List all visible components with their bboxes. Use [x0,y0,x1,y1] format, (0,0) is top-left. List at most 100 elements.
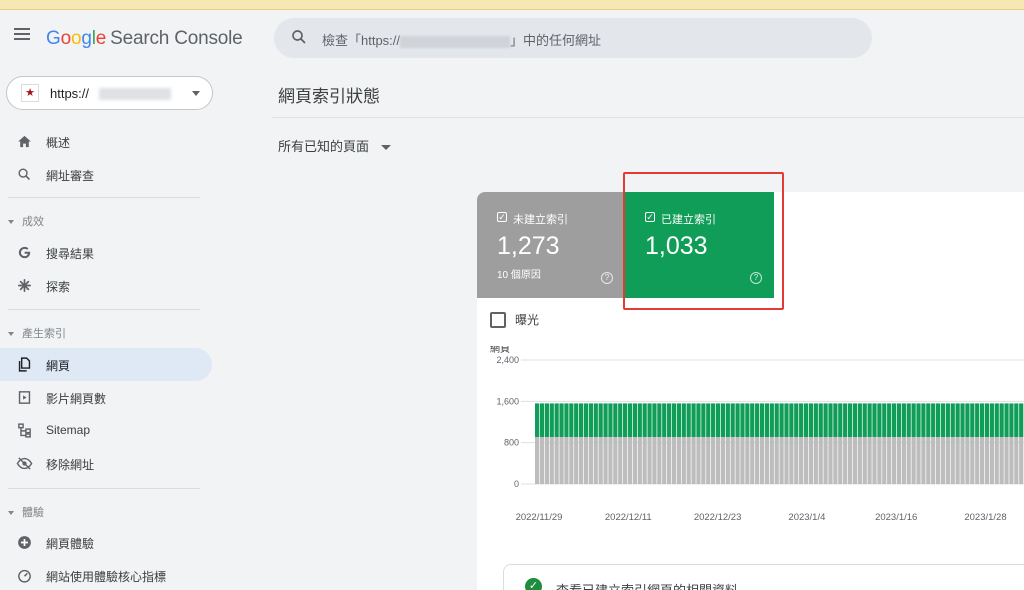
tile-subtext: 10 個原因 [497,270,541,281]
bar-indexed [613,403,618,437]
bar-not-indexed [945,436,950,484]
sidebar-item-label: 探索 [46,280,71,294]
bar-indexed [759,403,765,437]
bar-not-indexed [877,436,882,484]
logo-letter: o [70,28,82,49]
bar-indexed [1004,403,1009,437]
index-status-chart: 網頁 2,400 1,600 800 0 2022/11/29 2022/12/11 2022… [477,342,1024,546]
sidebar-item-url-inspection[interactable]: 網址審查 [0,158,212,191]
bar-indexed [887,403,892,437]
bar-not-indexed [779,436,784,484]
sidebar-item-pages[interactable]: 網頁 [0,348,212,381]
main-menu-icon[interactable] [14,28,30,40]
checkbox-unchecked-icon[interactable] [490,311,506,328]
bar-indexed [989,403,994,437]
x-tick-label: 2022/12/11 [605,512,652,523]
sidebar-item-core-web-vitals[interactable]: 網站使用體驗核心指標 [0,559,212,590]
bar-indexed [960,403,965,437]
bar-not-indexed [847,436,853,484]
bar-not-indexed [764,436,770,484]
bar-indexed [588,403,593,437]
bar-indexed [799,403,804,437]
property-selector[interactable]: ★ https:// [6,76,213,110]
bar-not-indexed [828,436,833,484]
bar-not-indexed [627,436,633,484]
sidebar-item-discover[interactable]: 探索 [0,269,212,302]
eye-off-icon [16,457,33,470]
sidebar-item-label: 網頁體驗 [46,537,95,551]
impressions-toggle[interactable]: 曝光 [490,311,539,329]
bar-not-indexed [642,436,647,484]
page-filter-dropdown[interactable]: 所有已知的頁面 [278,136,392,155]
sidebar-item-overview[interactable]: 概述 [0,125,212,158]
bar-not-indexed [608,436,613,484]
collapse-icon [8,511,14,516]
bar-indexed [627,403,633,437]
indexed-pages-link-card[interactable]: ✓ 查看已建立索引網頁的相關資料 [503,564,1024,590]
bar-not-indexed [818,436,823,484]
bar-indexed [867,403,872,437]
sidebar-item-label: 網站使用體驗核心指標 [46,570,167,584]
section-experience[interactable]: 體驗 [8,504,44,520]
bar-indexed [852,403,858,437]
bar-indexed [554,403,559,437]
page-title: 網頁索引狀態 [278,87,380,106]
bar-indexed [745,403,750,437]
search-suffix: 」中的任何網址 [510,33,602,48]
bar-not-indexed [681,436,686,484]
sidebar-item-page-experience[interactable]: 網頁體驗 [0,526,212,559]
sidebar-item-label: 網址審查 [46,169,95,183]
bar-indexed [955,403,960,437]
sidebar-item-video-pages[interactable]: 影片網頁數 [0,381,212,414]
url-inspection-search[interactable]: 檢查「https:// 」中的任何網址 [274,18,872,58]
bar-not-indexed [911,436,916,484]
bar-indexed [916,403,921,437]
bar-indexed [911,403,916,437]
bar-not-indexed [706,436,711,484]
bar-indexed [559,403,564,437]
bar-indexed [637,403,642,437]
section-performance[interactable]: 成效 [8,213,44,229]
sidebar-item-search-results[interactable]: 搜尋結果 [0,236,212,269]
help-icon[interactable]: ? [601,272,613,284]
not-indexed-tile[interactable]: ✓ 未建立索引 1,273 10 個原因 ? [477,192,625,298]
bar-indexed [965,403,970,437]
section-indexing[interactable]: 產生索引 [8,325,66,341]
bar-indexed [652,403,657,437]
bar-not-indexed [637,436,642,484]
logo-letter: e [95,28,107,49]
bar-not-indexed [979,436,985,484]
sidebar-item-sitemaps[interactable]: Sitemap [0,414,212,447]
sidebar-item-label: 網頁 [46,359,71,373]
bar-indexed [784,403,789,437]
search-console-logo[interactable]: Google Search Console [46,28,243,50]
bar-indexed [808,403,814,437]
bar-indexed [813,403,818,437]
chevron-down-icon [192,91,200,96]
bar-not-indexed [701,436,706,484]
collapse-icon [8,332,14,337]
x-tick-label: 2023/1/28 [964,512,1006,523]
bar-indexed [618,403,623,437]
bar-indexed [662,403,667,437]
bar-not-indexed [574,436,579,484]
checkbox-checked-icon[interactable]: ✓ [497,212,507,222]
logo-letter: g [81,28,92,49]
sidebar-item-removals[interactable]: 移除網址 [0,447,212,480]
bar-not-indexed [535,436,540,484]
top-app-bar: Google Search Console 檢查「https:// 」中的任何網址 [0,10,1024,66]
y-tick-label: 800 [504,438,519,448]
bar-not-indexed [901,436,906,484]
bar-not-indexed [823,436,828,484]
bar-not-indexed [740,436,745,484]
tile-value: 1,273 [497,232,560,260]
bar-not-indexed [539,436,545,484]
x-tick-label: 2022/11/29 [516,512,563,523]
bar-not-indexed [696,436,701,484]
sidebar: ★ https:// 概述 網址審查 成效 搜尋結果 探索 產生索引 網頁 影片… [0,66,222,590]
bar-indexed [535,403,540,437]
bar-not-indexed [955,436,960,484]
bar-indexed [882,403,887,437]
bar-indexed [896,403,902,437]
gauge-icon [18,569,31,583]
